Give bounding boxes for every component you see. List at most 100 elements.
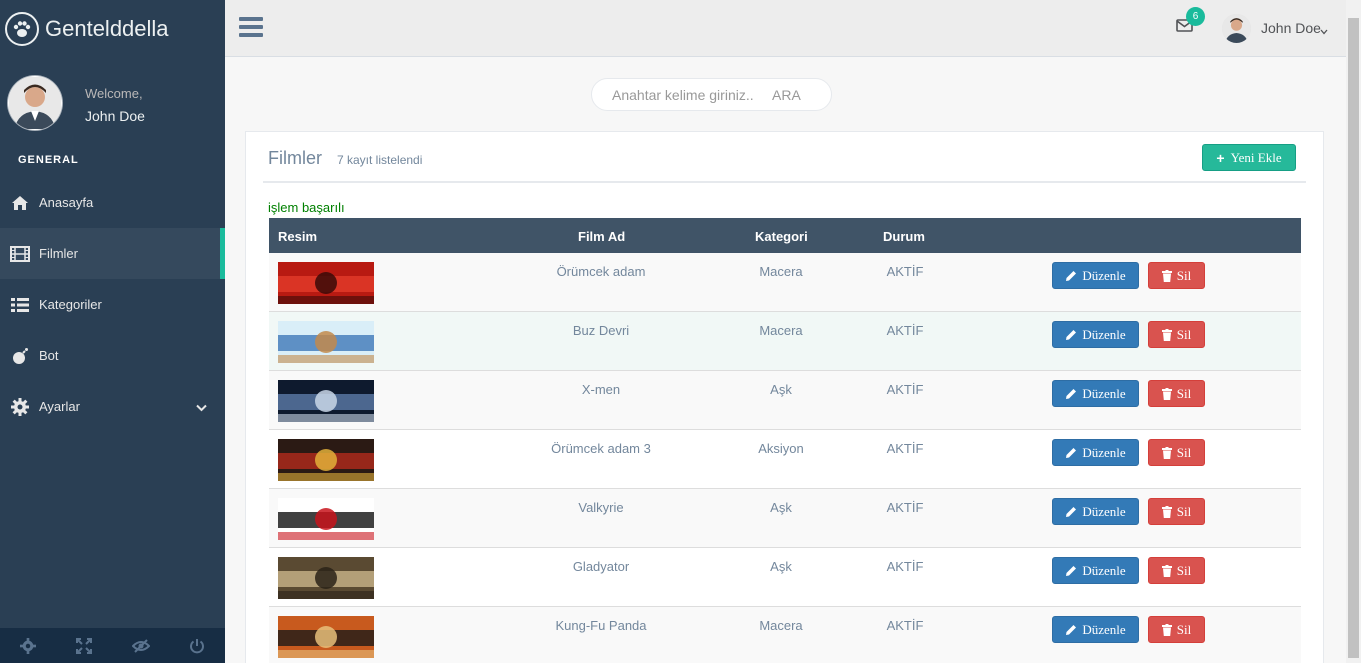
film-status: AKTİF <box>886 382 924 397</box>
delete-button-label: Sil <box>1176 562 1192 578</box>
add-button-label: Yeni Ekle <box>1230 149 1282 165</box>
delete-button[interactable]: Sil <box>1148 380 1205 407</box>
page-title: Filmler <box>268 148 322 168</box>
profile-name: John Doe <box>85 108 145 124</box>
paw-icon <box>5 11 39 46</box>
header-image: Resim <box>278 229 318 244</box>
film-name: Örümcek adam <box>556 264 646 279</box>
edit-button[interactable]: Düzenle <box>1052 557 1139 584</box>
fullscreen-icon[interactable] <box>56 628 112 663</box>
movie-poster <box>278 262 374 304</box>
table-header: Resim Film Ad Kategori Durum <box>269 218 1301 253</box>
table-row: Gladyator Aşk AKTİF Düzenle Sil <box>269 548 1301 607</box>
delete-button[interactable]: Sil <box>1148 616 1205 643</box>
vertical-scrollbar[interactable] <box>1346 0 1361 663</box>
movie-poster <box>278 616 374 658</box>
delete-button-label: Sil <box>1176 385 1192 401</box>
sidebar-item-label: Filmler <box>39 246 78 261</box>
film-category: Macera <box>759 618 803 633</box>
edit-button[interactable]: Düzenle <box>1052 262 1139 289</box>
delete-button-label: Sil <box>1176 444 1192 460</box>
edit-button-label: Düzenle <box>1082 444 1126 460</box>
brand-title: Gentelddella <box>45 15 169 41</box>
film-status: AKTİF <box>886 323 924 338</box>
delete-button-label: Sil <box>1176 267 1192 283</box>
sidebar-item-ayarlar[interactable]: Ayarlar <box>0 381 225 432</box>
film-category: Macera <box>759 323 803 338</box>
film-icon <box>10 244 30 264</box>
power-icon[interactable] <box>169 628 225 663</box>
table-row: Örümcek adam Macera AKTİF Düzenle Sil <box>269 253 1301 312</box>
films-panel: Filmler 7 kayıt listelendi + Yeni Ekle i… <box>245 131 1324 663</box>
settings-icon[interactable] <box>0 628 56 663</box>
film-status: AKTİF <box>886 559 924 574</box>
pencil-icon <box>1065 447 1077 459</box>
table-row: X-men Aşk AKTİF Düzenle Sil <box>269 371 1301 430</box>
delete-button[interactable]: Sil <box>1148 498 1205 525</box>
sidebar-item-filmler[interactable]: Filmler <box>0 228 225 279</box>
divider <box>263 181 1306 183</box>
success-message: işlem başarılı <box>268 200 345 215</box>
table-body: Örümcek adam Macera AKTİF Düzenle Sil Buz Dev… <box>269 253 1301 663</box>
edit-button-label: Düzenle <box>1082 503 1126 519</box>
header-status: Durum <box>883 229 925 244</box>
delete-button-label: Sil <box>1176 326 1192 342</box>
delete-button-label: Sil <box>1176 621 1192 637</box>
user-avatar[interactable] <box>1222 14 1251 43</box>
edit-button[interactable]: Düzenle <box>1052 321 1139 348</box>
trash-icon <box>1161 623 1172 636</box>
search-bar: ARA <box>591 78 832 111</box>
movie-poster <box>278 498 374 540</box>
pencil-icon <box>1065 506 1077 518</box>
trash-icon <box>1161 387 1172 400</box>
film-status: AKTİF <box>886 264 924 279</box>
list-icon <box>10 295 30 315</box>
film-status: AKTİF <box>886 441 924 456</box>
film-name: Kung-Fu Panda <box>555 618 647 633</box>
delete-button-label: Sil <box>1176 503 1192 519</box>
user-menu-name[interactable]: John Doe <box>1261 20 1321 36</box>
scrollbar-thumb[interactable] <box>1348 18 1359 658</box>
profile-info: Welcome, John Doe <box>85 85 145 124</box>
sidebar-menu: Anasayfa Filmler Kategoriler Bot Ayarlar <box>0 177 225 432</box>
edit-button[interactable]: Düzenle <box>1052 439 1139 466</box>
brand[interactable]: Gentelddella <box>0 0 225 57</box>
movie-poster <box>278 380 374 422</box>
film-status: AKTİF <box>886 500 924 515</box>
film-name: X-men <box>581 382 621 397</box>
chevron-down-icon <box>196 400 207 415</box>
sidebar-item-bot[interactable]: Bot <box>0 330 225 381</box>
edit-button-label: Düzenle <box>1082 326 1126 342</box>
edit-button[interactable]: Düzenle <box>1052 498 1139 525</box>
add-button[interactable]: + Yeni Ekle <box>1202 144 1296 171</box>
delete-button[interactable]: Sil <box>1148 321 1205 348</box>
film-name: Buz Devri <box>572 323 630 338</box>
top-nav: 6 John Doe <box>225 0 1346 57</box>
trash-icon <box>1161 446 1172 459</box>
chevron-down-icon[interactable] <box>1320 23 1328 38</box>
delete-button[interactable]: Sil <box>1148 262 1205 289</box>
mail-count-badge: 6 <box>1186 7 1205 26</box>
film-status: AKTİF <box>886 618 924 633</box>
search-button[interactable]: ARA <box>772 87 801 103</box>
sidebar-item-label: Anasayfa <box>39 195 94 210</box>
delete-button[interactable]: Sil <box>1148 557 1205 584</box>
edit-button[interactable]: Düzenle <box>1052 616 1139 643</box>
film-category: Aşk <box>770 500 792 515</box>
sidebar-item-label: Bot <box>39 348 59 363</box>
sidebar-item-anasayfa[interactable]: Anasayfa <box>0 177 225 228</box>
pencil-icon <box>1065 565 1077 577</box>
table-row: Buz Devri Macera AKTİF Düzenle Sil <box>269 312 1301 371</box>
sidebar-item-kategoriler[interactable]: Kategoriler <box>0 279 225 330</box>
edit-button-label: Düzenle <box>1082 385 1126 401</box>
movie-poster <box>278 439 374 481</box>
edit-button[interactable]: Düzenle <box>1052 380 1139 407</box>
search-input[interactable] <box>592 86 772 103</box>
menu-toggle-icon[interactable] <box>239 17 263 40</box>
eye-close-icon[interactable] <box>113 628 169 663</box>
delete-button[interactable]: Sil <box>1148 439 1205 466</box>
bomb-icon <box>10 346 30 366</box>
films-table: Resim Film Ad Kategori Durum Örümcek ada… <box>269 218 1301 663</box>
film-name: Örümcek adam 3 <box>551 441 651 456</box>
menu-section-title: GENERAL <box>18 154 79 166</box>
